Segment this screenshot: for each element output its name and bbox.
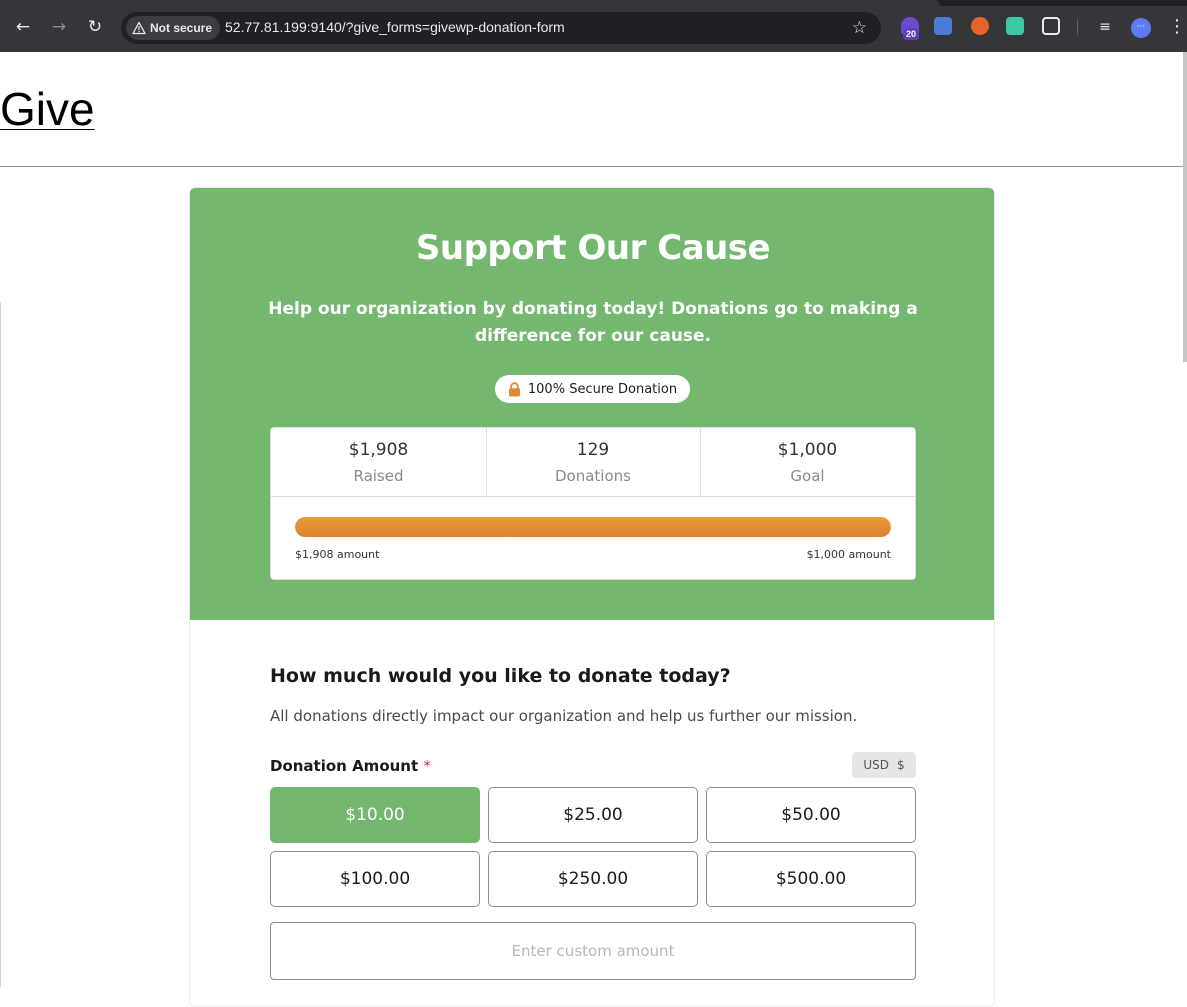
currency-selector[interactable]: USD $ [852,752,916,778]
form-description: Help our organization by donating today!… [268,299,918,346]
browser-toolbar: ← → ↻ Not secure 52.77.81.199:9140/?give… [0,0,1187,52]
donation-form-card: Support Our Cause Help our organization … [189,187,995,1007]
warning-icon [132,21,146,35]
address-bar[interactable]: Not secure 52.77.81.199:9140/?give_forms… [121,12,881,44]
amount-button-100[interactable]: $100.00 [270,851,480,907]
menu-kebab-icon[interactable]: ⋮ [1168,16,1186,38]
reload-icon[interactable]: ↻ [84,16,106,38]
stats-divider [271,496,915,497]
currency-code: USD [863,758,889,772]
toolbar-divider [1077,19,1078,35]
donation-description: All donations directly impact our organi… [270,707,858,725]
stat-donations: 129 Donations [486,428,700,496]
url-text[interactable]: 52.77.81.199:9140/?give_forms=givewp-don… [225,19,565,35]
extension-frame-icon[interactable] [1006,17,1024,35]
stat-goal: $1,000 Goal [700,428,915,496]
extension-badge: 20 [903,28,920,40]
stat-goal-label: Goal [790,467,825,485]
currency-symbol: $ [897,758,905,772]
secure-donation-label: 100% Secure Donation [527,381,678,397]
amount-button-250[interactable]: $250.00 [488,851,698,907]
amount-button-25[interactable]: $25.00 [488,787,698,843]
goal-stats-panel: $1,908 Raised 129 Donations $1,000 Goal … [270,427,916,580]
left-edge-line [0,302,1,987]
lock-icon [508,381,520,396]
amount-button-500[interactable]: $500.00 [706,851,916,907]
stat-raised: $1,908 Raised [271,428,486,496]
security-label: Not secure [150,21,213,35]
donation-amount-label: Donation Amount * [270,757,431,775]
forward-icon[interactable]: → [48,16,70,38]
extension-translate-icon[interactable] [934,17,952,35]
stat-donations-value: 129 [576,440,610,460]
stat-goal-value: $1,000 [777,440,838,460]
amount-button-10[interactable]: $10.00 [270,787,480,843]
media-queue-icon[interactable]: ≡ [1094,16,1116,38]
extensions-puzzle-icon[interactable] [1042,17,1060,35]
stat-donations-label: Donations [555,467,631,485]
progress-goal-amount: $1,000 amount [806,548,891,561]
form-title: Support Our Cause [415,228,771,268]
goal-progress-bar [295,517,891,537]
donation-amount-text: Donation Amount [270,757,419,775]
progress-raised-amount: $1,908 amount [295,548,380,561]
donation-heading: How much would you like to donate today? [270,665,731,687]
profile-avatar[interactable]: ··· [1131,18,1151,38]
bookmark-star-icon[interactable]: ☆ [852,17,867,39]
scrollbar-thumb[interactable] [1183,52,1187,362]
custom-amount-input[interactable] [270,922,916,980]
amount-button-50[interactable]: $50.00 [706,787,916,843]
secure-donation-badge: 100% Secure Donation [495,375,690,403]
page-content: Give Support Our Cause Help our organiza… [0,52,1187,1007]
header-divider [0,166,1183,167]
stat-raised-value: $1,908 [348,440,409,460]
goal-progress-fill [295,517,891,537]
stat-raised-label: Raised [353,467,404,485]
security-chip[interactable]: Not secure [126,16,221,40]
back-icon[interactable]: ← [12,16,34,38]
required-marker: * [423,757,431,775]
active-tab[interactable] [0,0,940,6]
form-header: Support Our Cause Help our organization … [190,188,994,620]
extension-hand-icon[interactable] [971,17,989,35]
site-title-link[interactable]: Give [0,83,95,135]
tab-strip [0,0,1187,6]
